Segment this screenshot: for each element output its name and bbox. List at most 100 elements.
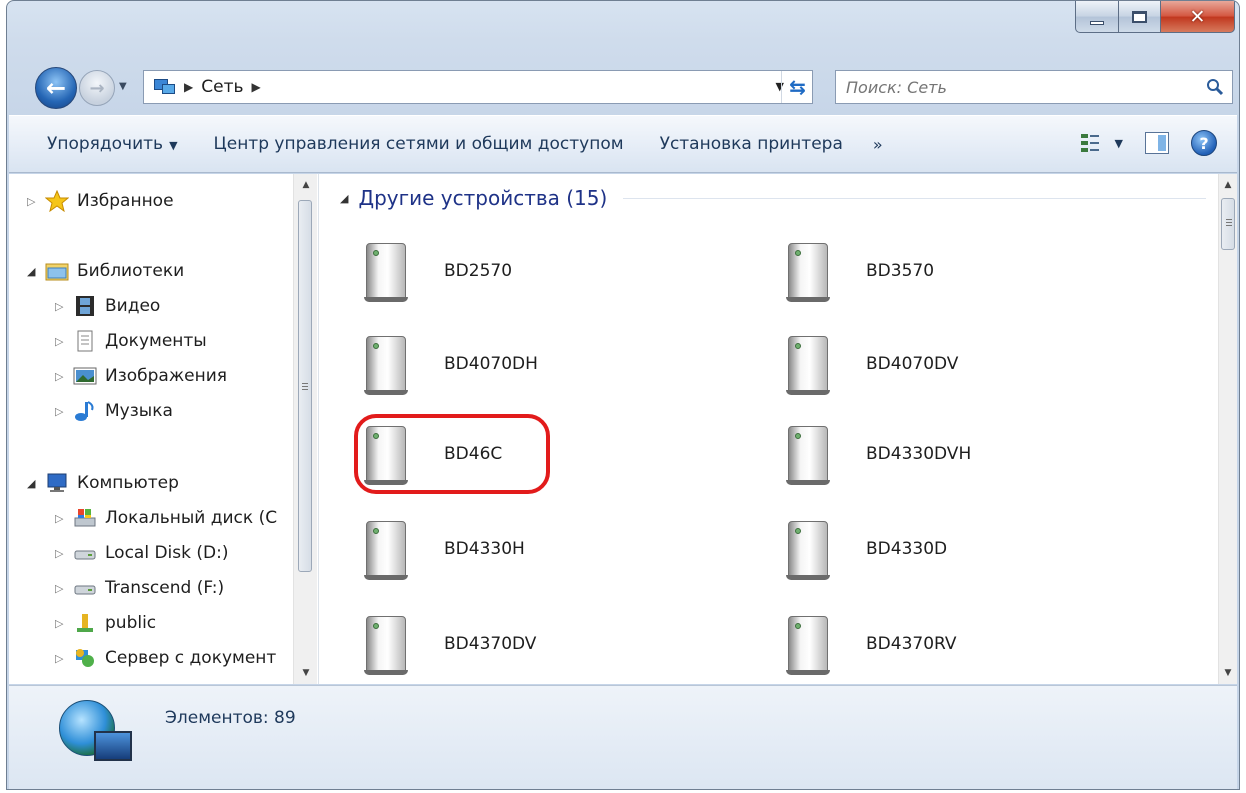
file-list: ◢ Другие устройства (15) BD2570 BD3570 B… [320,174,1218,684]
main-scrollbar[interactable]: ▲ ▼ [1218,174,1237,684]
view-controls: ▼ ? [1080,130,1217,156]
nav-item-transcend[interactable]: ▷ Transcend (F:) [55,573,224,603]
close-button[interactable]: ✕ [1161,1,1235,33]
expand-icon[interactable]: ▷ [55,335,73,348]
minimize-button[interactable] [1075,1,1119,33]
nav-scrollbar[interactable]: ▲ ▼ [293,174,317,684]
navigation-pane: ▷ Избранное ◢ Библиотеки ▷ Видео ▷ Докум… [9,174,319,684]
group-header[interactable]: ◢ Другие устройства (15) [340,186,1206,210]
device-item[interactable]: BD4330H [364,514,525,584]
search-input[interactable] [846,77,1176,97]
device-item[interactable]: BD2570 [364,236,512,306]
expand-icon[interactable]: ▷ [55,617,73,630]
device-icon [364,426,408,485]
nav-item-public[interactable]: ▷ public [55,608,156,638]
expand-icon[interactable]: ▷ [55,300,73,313]
expand-icon[interactable]: ▷ [27,195,45,208]
refresh-button[interactable]: ⇆ [781,71,813,103]
address-bar[interactable]: ▶ Сеть ▶ ▼ [143,70,813,104]
expand-icon[interactable]: ▷ [55,405,73,418]
nav-item-documents[interactable]: ▷ Документы [55,326,207,356]
expand-icon[interactable]: ▷ [55,370,73,383]
nav-label: Избранное [77,191,174,211]
scroll-down-icon[interactable]: ▼ [297,664,315,682]
nav-label: Музыка [105,401,173,421]
star-icon [44,189,70,213]
scroll-up-icon[interactable]: ▲ [1219,176,1237,194]
network-center-button[interactable]: Центр управления сетями и общим доступом [196,134,642,154]
nav-item-doc-server[interactable]: ▷ Сервер с документ [55,643,276,673]
device-label: BD4070DH [444,354,538,374]
more-commands-button[interactable]: » [873,135,883,154]
network-globe-icon [59,700,132,761]
back-button[interactable]: ← [35,67,77,109]
device-label: BD4370RV [866,634,957,654]
nav-item-local-disk-d[interactable]: ▷ Local Disk (D:) [55,538,228,568]
collapse-icon[interactable]: ◢ [27,265,45,278]
device-item[interactable]: BD4070DV [786,329,959,399]
expand-icon[interactable]: ▷ [55,547,73,560]
forward-button[interactable]: → [79,70,115,106]
drive-icon [73,542,97,564]
group-title: Другие устройства (15) [358,186,608,210]
address-row: ← → ▼ ▶ Сеть ▶ ▼ ⇆ [7,57,1239,109]
device-item[interactable]: BD3570 [786,236,934,306]
views-icon [1080,133,1099,153]
nav-scroll-thumb[interactable] [298,200,312,572]
device-item[interactable]: BD4370DV [364,609,537,679]
device-item[interactable]: BD4070DH [364,329,538,399]
search-icon[interactable] [1206,78,1224,96]
nav-item-favorites[interactable]: ▷ Избранное [27,186,174,216]
explorer-window: ✕ ← → ▼ ▶ Сеть ▶ ▼ ⇆ Упорядочить ▼ Центр … [6,0,1240,790]
nav-item-music[interactable]: ▷ Музыка [55,396,173,426]
device-item[interactable]: BD46C [364,419,502,489]
document-icon [73,330,97,352]
device-label: BD4070DV [866,354,959,374]
scroll-down-icon[interactable]: ▼ [1219,664,1237,682]
nav-item-computer[interactable]: ◢ Компьютер [27,468,179,498]
collapse-icon[interactable]: ◢ [340,192,348,205]
device-label: BD4370DV [444,634,537,654]
nav-item-video[interactable]: ▷ Видео [55,291,160,321]
expand-icon[interactable]: ▷ [55,652,73,665]
device-icon [364,521,408,580]
grip-icon [302,383,308,390]
device-icon [364,616,408,675]
library-icon [45,260,69,282]
item-count: Элементов: 89 [165,708,296,728]
device-icon [786,426,830,485]
maximize-button[interactable] [1119,1,1161,33]
nav-label: Transcend (F:) [105,578,225,598]
expand-icon[interactable]: ▷ [55,512,73,525]
device-label: BD4330H [444,539,525,559]
group-divider [623,197,1206,199]
organize-menu[interactable]: Упорядочить ▼ [9,134,196,154]
nav-item-pictures[interactable]: ▷ Изображения [55,361,227,391]
content-area: ▷ Избранное ◢ Библиотеки ▷ Видео ▷ Докум… [9,174,1237,684]
help-icon[interactable]: ? [1191,130,1217,156]
caption-buttons: ✕ [1075,1,1235,37]
nav-label: Документы [105,331,207,351]
change-view-button[interactable]: ▼ [1080,133,1123,153]
device-item[interactable]: BD4330DVH [786,419,971,489]
nav-item-libraries[interactable]: ◢ Библиотеки [27,256,184,286]
preview-pane-icon[interactable] [1145,132,1169,154]
main-scroll-thumb[interactable] [1221,198,1235,250]
breadcrumb-network[interactable]: Сеть [201,77,243,97]
device-label: BD4330D [866,539,948,559]
device-item[interactable]: BD4330D [786,514,948,584]
recent-pages-dropdown[interactable]: ▼ [119,81,127,92]
breadcrumb-separator[interactable]: ▶ [252,80,261,94]
search-box[interactable] [835,70,1233,104]
scroll-up-icon[interactable]: ▲ [297,176,315,194]
nav-item-local-disk-c[interactable]: ▷ Локальный диск (С [55,503,277,533]
device-icon [786,336,830,395]
breadcrumb-separator[interactable]: ▶ [184,80,193,94]
network-icon [152,77,176,97]
add-printer-button[interactable]: Установка принтера [642,134,861,154]
arrow-right-icon: → [89,77,105,99]
device-item[interactable]: BD4370RV [786,609,957,679]
maximize-icon [1132,10,1147,23]
collapse-icon[interactable]: ◢ [27,477,45,490]
expand-icon[interactable]: ▷ [55,582,73,595]
